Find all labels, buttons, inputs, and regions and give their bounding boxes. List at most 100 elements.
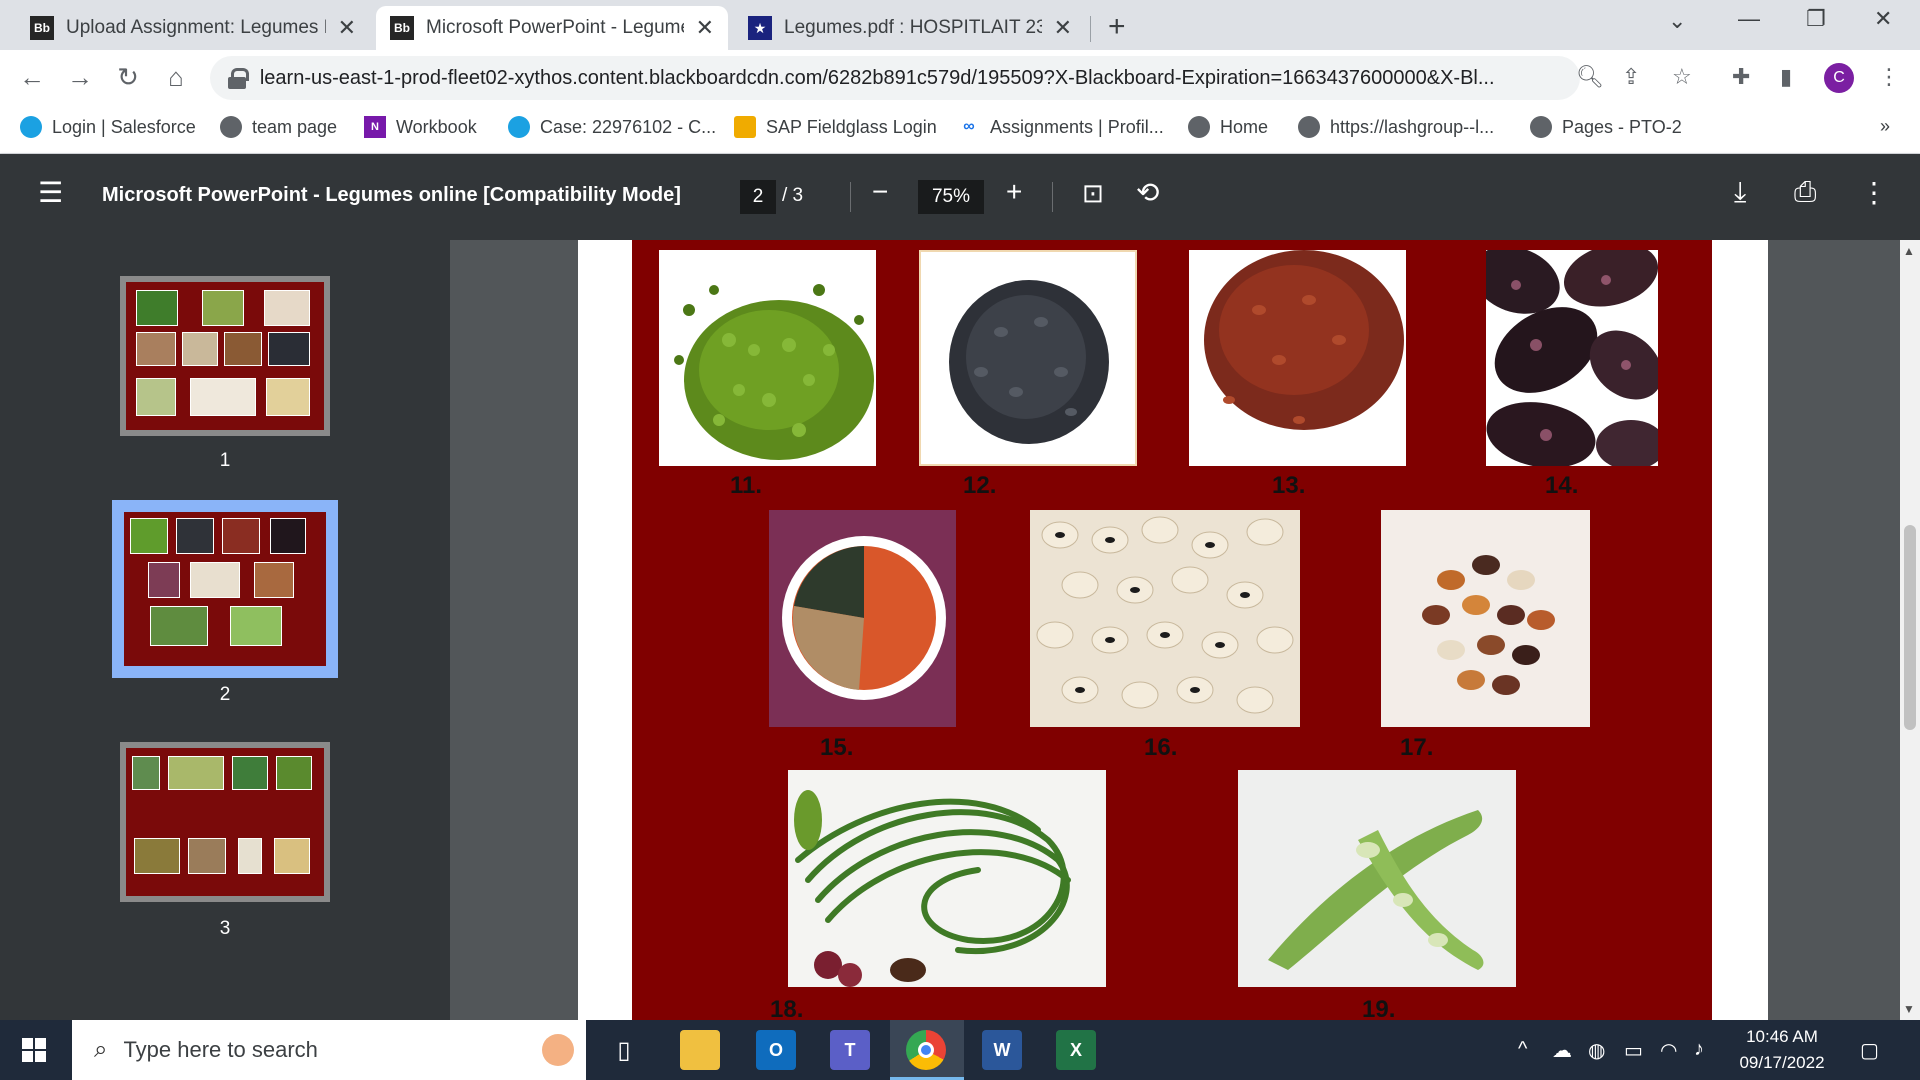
- bookmark-label: SAP Fieldglass Login: [766, 116, 937, 137]
- restore-icon[interactable]: ❐: [1806, 6, 1826, 32]
- bookmark-home[interactable]: Home: [1188, 116, 1268, 138]
- outlook-icon[interactable]: O: [756, 1030, 796, 1070]
- close-tab-icon[interactable]: ✕: [696, 15, 714, 41]
- fieldglass-icon: [734, 116, 756, 138]
- scroll-up-icon[interactable]: ▲: [1903, 244, 1915, 258]
- close-window-icon[interactable]: ✕: [1874, 6, 1892, 32]
- image-label-12: 12.: [963, 472, 997, 499]
- scroll-thumb[interactable]: [1904, 525, 1916, 730]
- image-label-17: 17.: [1400, 734, 1434, 761]
- bookmark-assignments[interactable]: ∞ Assignments | Profil...: [958, 116, 1164, 138]
- bookmark-label: Assignments | Profil...: [990, 116, 1164, 137]
- chrome-menu-icon[interactable]: ⋮: [1878, 64, 1900, 90]
- bookmark-label: Home: [1220, 116, 1269, 137]
- image-label-13: 13.: [1272, 472, 1306, 499]
- tab-powerpoint-legumes[interactable]: Bb Microsoft PowerPoint - Legumes ✕: [376, 6, 728, 50]
- cloud-icon: [20, 116, 42, 138]
- windows-taskbar: ⌕ Type here to search ▯ O T W X ^ ☁ ◍ ▭ …: [0, 1020, 1920, 1080]
- lock-icon[interactable]: [228, 68, 249, 89]
- bookmark-workbook[interactable]: N Workbook: [364, 116, 477, 138]
- close-tab-icon[interactable]: ✕: [1054, 15, 1072, 41]
- volume-icon[interactable]: ♪: [1694, 1038, 1704, 1061]
- thumbnail-page-1[interactable]: [120, 276, 330, 436]
- bookmark-pages-pto[interactable]: Pages - PTO-2: [1530, 116, 1682, 138]
- globe-icon: [220, 116, 242, 138]
- toolbar-divider: [850, 182, 851, 212]
- thumbnail-label: 2: [219, 684, 231, 705]
- notifications-icon[interactable]: ▢: [1860, 1038, 1879, 1063]
- broad-beans-image: [1238, 770, 1516, 987]
- bookmark-salesforce[interactable]: Login | Salesforce: [20, 116, 196, 138]
- download-icon[interactable]: ⤓: [1734, 176, 1746, 209]
- tab-upload-assignment[interactable]: Bb Upload Assignment: Legumes Pr ✕: [16, 6, 370, 50]
- battery-icon[interactable]: ▭: [1624, 1038, 1643, 1063]
- image-label-11: 11.: [730, 472, 763, 499]
- thumbnail-page-3[interactable]: [120, 742, 330, 902]
- profile-avatar[interactable]: C: [1824, 63, 1854, 93]
- taskbar-search[interactable]: ⌕ Type here to search: [72, 1020, 586, 1080]
- new-tab-button[interactable]: +: [1108, 10, 1126, 44]
- wifi-icon[interactable]: ◠: [1660, 1038, 1677, 1063]
- task-view-icon[interactable]: ▯: [604, 1030, 644, 1070]
- bookmark-lashgroup[interactable]: https://lashgroup--l...: [1298, 116, 1494, 138]
- image-label-15: 15.: [820, 734, 854, 761]
- onedrive-icon[interactable]: ☁: [1552, 1038, 1572, 1063]
- scroll-down-icon[interactable]: ▼: [1903, 1002, 1915, 1016]
- pdf-toolbar: ☰ Microsoft PowerPoint - Legumes online …: [0, 154, 1920, 240]
- teams-icon[interactable]: T: [830, 1030, 870, 1070]
- tab-divider: [1090, 16, 1091, 42]
- bookmark-team-page[interactable]: team page: [220, 116, 337, 138]
- tab-legumes-pdf[interactable]: ★ Legumes.pdf : HOSPITLAIT 2303 ✕: [734, 6, 1086, 50]
- print-icon[interactable]: ⎙: [1794, 176, 1816, 209]
- bookmark-case[interactable]: Case: 22976102 - C...: [508, 116, 716, 138]
- long-beans-image: [788, 770, 1106, 987]
- search-highlight-icon: [542, 1034, 574, 1066]
- home-icon[interactable]: ⌂: [160, 62, 192, 93]
- zoom-in-icon[interactable]: +: [1006, 176, 1022, 208]
- url-text[interactable]: learn-us-east-1-prod-fleet02-xythos.cont…: [260, 67, 1580, 90]
- excel-icon[interactable]: X: [1056, 1030, 1096, 1070]
- tab-title: Upload Assignment: Legumes Pr: [66, 17, 326, 38]
- word-icon[interactable]: W: [982, 1030, 1022, 1070]
- address-bar[interactable]: learn-us-east-1-prod-fleet02-xythos.cont…: [210, 56, 1580, 100]
- bookmark-label: Pages - PTO-2: [1562, 116, 1682, 137]
- blackboard-icon: Bb: [390, 16, 414, 40]
- forward-icon[interactable]: →: [64, 62, 96, 93]
- globe-icon[interactable]: ◍: [1588, 1038, 1605, 1063]
- share-icon[interactable]: ⇪: [1622, 64, 1640, 90]
- file-explorer-icon[interactable]: [680, 1030, 720, 1070]
- bookmark-sap-fieldglass[interactable]: SAP Fieldglass Login: [734, 116, 937, 138]
- mung-beans-image: [659, 250, 876, 466]
- show-hidden-icons-icon[interactable]: ^: [1518, 1038, 1527, 1061]
- zoom-out-icon[interactable]: −: [872, 176, 888, 208]
- thumbnail-page-2[interactable]: [112, 500, 338, 678]
- system-clock[interactable]: 10:46 AM 09/17/2022: [1722, 1024, 1842, 1076]
- document-viewport[interactable]: 11. 12. 13. 14. 15. 16. 17. 18. 19.: [450, 240, 1900, 1023]
- mixed-beans-image: [1381, 510, 1590, 727]
- tab-title: Microsoft PowerPoint - Legumes: [426, 17, 684, 38]
- chrome-icon[interactable]: [906, 1030, 946, 1070]
- page-number-input[interactable]: 2: [740, 180, 776, 214]
- back-icon[interactable]: ←: [16, 62, 48, 93]
- more-options-icon[interactable]: ⋮: [1860, 176, 1888, 209]
- bookmark-star-icon[interactable]: ☆: [1672, 64, 1692, 90]
- tab-strip: Bb Upload Assignment: Legumes Pr ✕ Bb Mi…: [0, 0, 1920, 50]
- windows-start-icon[interactable]: [22, 1038, 46, 1062]
- document-scrollbar[interactable]: ▲ ▼: [1900, 240, 1920, 1020]
- zoom-icon[interactable]: 🔍︎: [1576, 64, 1604, 90]
- zoom-level-input[interactable]: 75%: [918, 180, 984, 214]
- reload-icon[interactable]: ↻: [112, 62, 144, 93]
- lentils-bowl-image: [769, 510, 956, 727]
- bookmarks-overflow-icon[interactable]: »: [1880, 116, 1890, 137]
- fit-page-icon[interactable]: ⊡: [1082, 178, 1104, 209]
- side-panel-icon[interactable]: ▮: [1780, 64, 1792, 90]
- pdf-page: 11. 12. 13. 14. 15. 16. 17. 18. 19.: [578, 240, 1768, 1023]
- rotate-icon[interactable]: ⟲: [1136, 176, 1159, 209]
- extensions-icon[interactable]: ✚: [1732, 64, 1750, 90]
- close-tab-icon[interactable]: ✕: [338, 15, 356, 41]
- bookmark-label: Workbook: [396, 116, 477, 137]
- minimize-icon[interactable]: —: [1738, 6, 1760, 32]
- tab-search-icon[interactable]: ⌄: [1668, 8, 1686, 34]
- menu-icon[interactable]: ☰: [38, 176, 63, 209]
- cloud-icon: [508, 116, 530, 138]
